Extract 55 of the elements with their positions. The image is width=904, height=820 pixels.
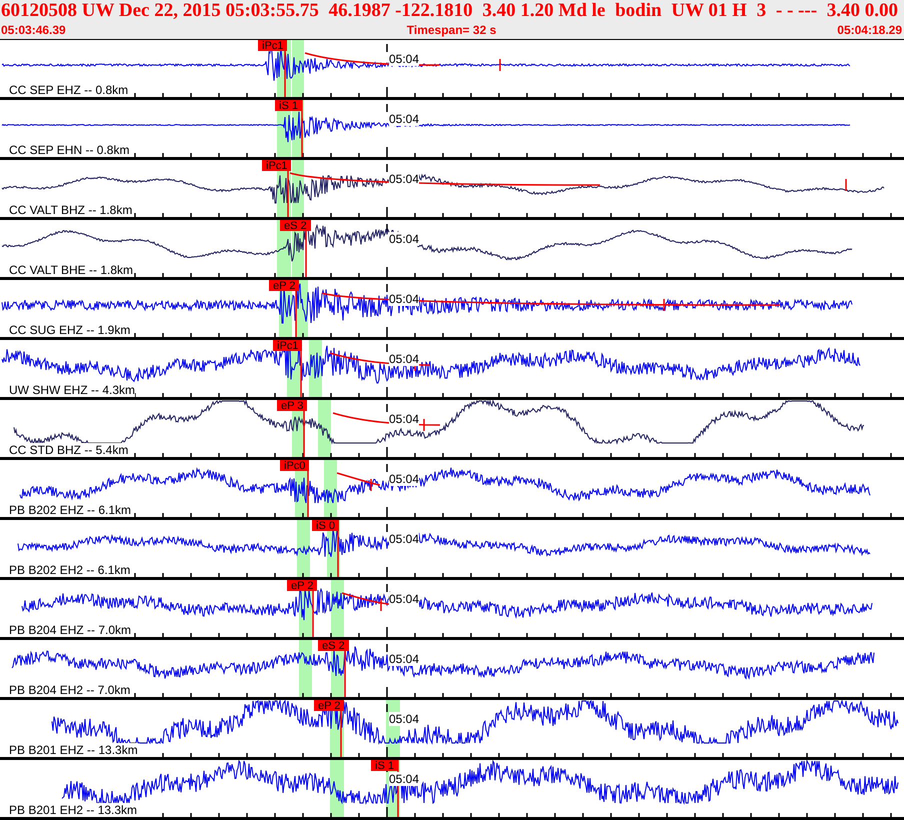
phase-pick-flag[interactable]: eS 2: [280, 220, 311, 231]
station-label: CC VALT BHE -- 1.8km: [9, 263, 134, 277]
phase-pick-flag[interactable]: iPc1: [262, 160, 292, 171]
station-label: CC STD BHZ -- 5.4km: [9, 443, 128, 457]
time-label: 05:04: [389, 712, 420, 726]
time-label: 05:04: [389, 532, 420, 546]
station-label: PB B204 EHZ -- 7.0km: [9, 623, 132, 637]
station-label: PB B201 EH2 -- 13.3km: [9, 803, 138, 817]
phase-pick-flag[interactable]: iS 1: [275, 100, 302, 111]
time-label: 05:04: [389, 172, 420, 186]
phase-pick-flag[interactable]: eP 2: [314, 700, 344, 711]
time-label: 05:04: [389, 232, 420, 246]
pick-window-band: [318, 400, 331, 457]
time-label: 05:04: [389, 472, 420, 486]
event-info-field: 60120508 UW Dec 22, 2015 05:03:55.75: [1, 0, 319, 22]
station-label: CC SUG EHZ -- 1.9km: [9, 323, 130, 337]
station-label: PB B201 EHZ -- 13.3km: [9, 743, 138, 757]
time-label: 05:04: [389, 772, 420, 786]
event-info-field: bodin: [615, 0, 662, 22]
time-label: 05:04: [389, 52, 420, 66]
event-info-field: UW 01 H: [671, 0, 747, 22]
time-label: 05:04: [389, 112, 420, 126]
phase-pick-flag[interactable]: iS 1: [371, 760, 398, 771]
phase-pick-flag[interactable]: iPc1: [258, 40, 288, 51]
phase-pick-flag[interactable]: iPc0: [280, 460, 310, 471]
event-info-field: - - ---: [776, 0, 818, 22]
time-label: 05:04: [389, 592, 420, 606]
event-info-field: 3.40 0.00: [826, 0, 898, 22]
station-label: UW SHW EHZ -- 4.3km: [9, 383, 135, 397]
end-time: 05:04:18.29: [837, 22, 902, 38]
station-label: CC SEP EHN -- 0.8km: [9, 143, 130, 157]
phase-pick-flag[interactable]: eP 2: [269, 280, 300, 291]
event-info-field: 3.40 1.20 Md le: [482, 0, 606, 22]
phase-pick-flag[interactable]: iS 0: [312, 520, 339, 531]
start-time: 05:03:46.39: [1, 22, 66, 38]
phase-pick-flag[interactable]: eS 2: [318, 640, 349, 651]
station-label: CC VALT BHZ -- 1.8km: [9, 203, 132, 217]
pick-window-band: [299, 640, 312, 697]
phase-pick-flag[interactable]: eP 3: [277, 400, 308, 411]
time-label: 05:04: [389, 652, 420, 666]
phase-pick-flag[interactable]: eP 2: [287, 580, 318, 591]
timespan-label: Timespan= 32 s: [406, 22, 496, 38]
phase-pick-flag[interactable]: iPc1: [273, 340, 302, 351]
station-label: CC SEP EHZ -- 0.8km: [9, 83, 128, 97]
station-label: PB B202 EHZ -- 6.1km: [9, 503, 132, 517]
station-label: PB B202 EH2 -- 6.1km: [9, 563, 130, 577]
time-label: 05:04: [389, 292, 420, 306]
event-info-field: 3: [756, 0, 766, 22]
coda-decay-line: [336, 472, 381, 492]
pick-window-band: [297, 520, 310, 577]
pick-line: [301, 100, 303, 157]
time-label: 05:04: [389, 352, 420, 366]
station-label: PB B204 EH2 -- 7.0km: [9, 683, 130, 697]
time-label: 05:04: [389, 412, 420, 426]
event-info-field: 46.1987 -122.1810: [328, 0, 473, 22]
